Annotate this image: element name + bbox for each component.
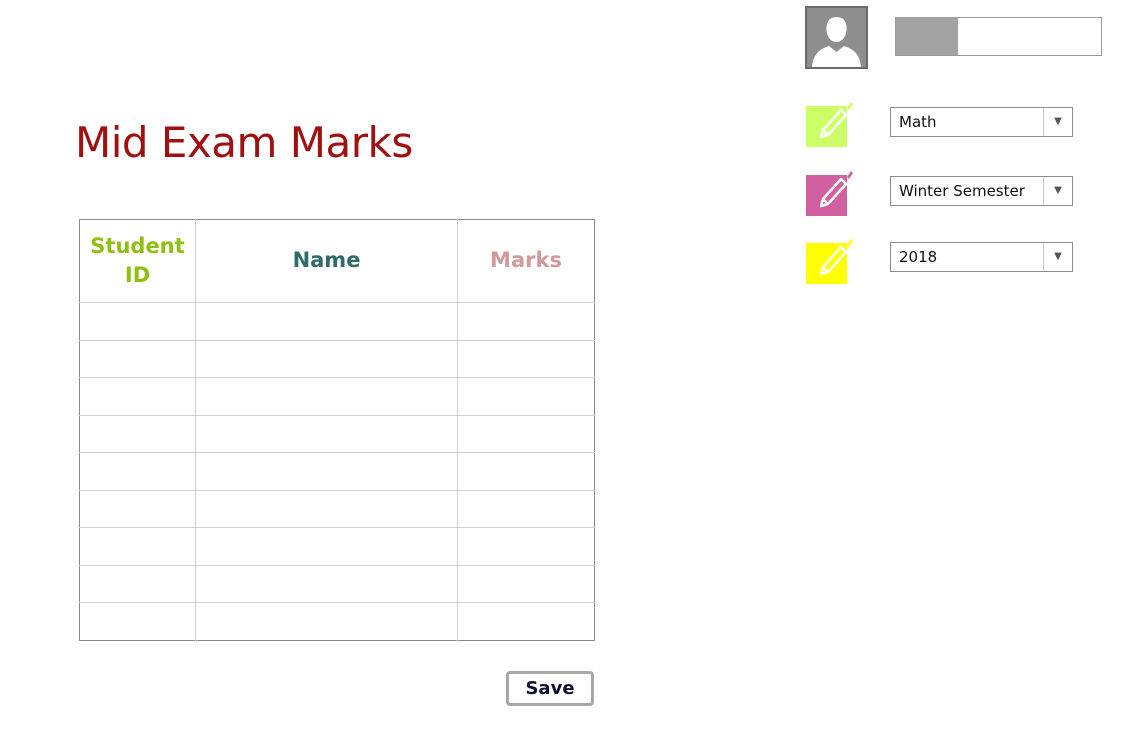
year-edit-icon bbox=[806, 239, 853, 284]
table-cell[interactable] bbox=[79, 452, 196, 491]
table-cell[interactable] bbox=[195, 302, 458, 341]
table-cell[interactable] bbox=[79, 602, 196, 640]
table-cell[interactable] bbox=[195, 489, 458, 528]
column-header-name: Name bbox=[195, 219, 458, 303]
subject-dropdown[interactable]: Math ▼ bbox=[890, 107, 1073, 137]
table-cell[interactable] bbox=[79, 414, 196, 453]
table-cell[interactable] bbox=[79, 302, 196, 341]
table-cell[interactable] bbox=[457, 602, 595, 640]
chevron-down-icon[interactable]: ▼ bbox=[1043, 243, 1072, 271]
table-cell[interactable] bbox=[79, 527, 196, 566]
year-dropdown[interactable]: 2018 ▼ bbox=[890, 242, 1073, 272]
table-cell[interactable] bbox=[195, 602, 458, 640]
subject-edit-icon bbox=[806, 102, 853, 147]
subject-dropdown-value: Math bbox=[899, 113, 937, 131]
table-cell[interactable] bbox=[195, 414, 458, 453]
table-cell[interactable] bbox=[195, 527, 458, 566]
chevron-down-icon[interactable]: ▼ bbox=[1043, 108, 1072, 136]
page-title: Mid Exam Marks bbox=[75, 118, 413, 167]
save-button[interactable]: Save bbox=[506, 671, 594, 706]
table-row bbox=[79, 489, 595, 528]
table-cell[interactable] bbox=[457, 339, 595, 378]
marks-table: Student ID Name Marks bbox=[79, 219, 595, 641]
semester-dropdown[interactable]: Winter Semester ▼ bbox=[890, 176, 1073, 206]
table-cell[interactable] bbox=[457, 414, 595, 453]
table-cell[interactable] bbox=[457, 452, 595, 491]
table-row bbox=[79, 564, 595, 603]
table-cell[interactable] bbox=[79, 339, 196, 378]
table-body bbox=[79, 302, 595, 640]
table-cell[interactable] bbox=[457, 302, 595, 341]
column-header-student-id: Student ID bbox=[79, 219, 196, 303]
column-header-marks: Marks bbox=[457, 219, 595, 303]
table-cell[interactable] bbox=[79, 564, 196, 603]
table-cell[interactable] bbox=[457, 564, 595, 603]
table-cell[interactable] bbox=[457, 377, 595, 416]
table-cell[interactable] bbox=[79, 377, 196, 416]
semester-dropdown-value: Winter Semester bbox=[899, 182, 1025, 200]
table-cell[interactable] bbox=[457, 527, 595, 566]
table-cell[interactable] bbox=[457, 489, 595, 528]
table-cell[interactable] bbox=[195, 564, 458, 603]
table-row bbox=[79, 602, 595, 640]
user-name-box bbox=[895, 17, 1102, 56]
table-cell[interactable] bbox=[195, 377, 458, 416]
table-cell[interactable] bbox=[195, 452, 458, 491]
table-row bbox=[79, 302, 595, 341]
avatar bbox=[805, 6, 868, 69]
table-row bbox=[79, 377, 595, 416]
table-row bbox=[79, 527, 595, 566]
semester-edit-icon bbox=[806, 171, 853, 216]
chevron-down-icon[interactable]: ▼ bbox=[1043, 177, 1072, 205]
user-name-box-fill bbox=[896, 18, 958, 55]
table-row bbox=[79, 452, 595, 491]
table-header-row: Student ID Name Marks bbox=[79, 219, 595, 303]
table-row bbox=[79, 339, 595, 378]
user-silhouette-icon bbox=[807, 8, 866, 67]
table-row bbox=[79, 414, 595, 453]
table-cell[interactable] bbox=[195, 339, 458, 378]
year-dropdown-value: 2018 bbox=[899, 248, 938, 266]
table-cell[interactable] bbox=[79, 489, 196, 528]
